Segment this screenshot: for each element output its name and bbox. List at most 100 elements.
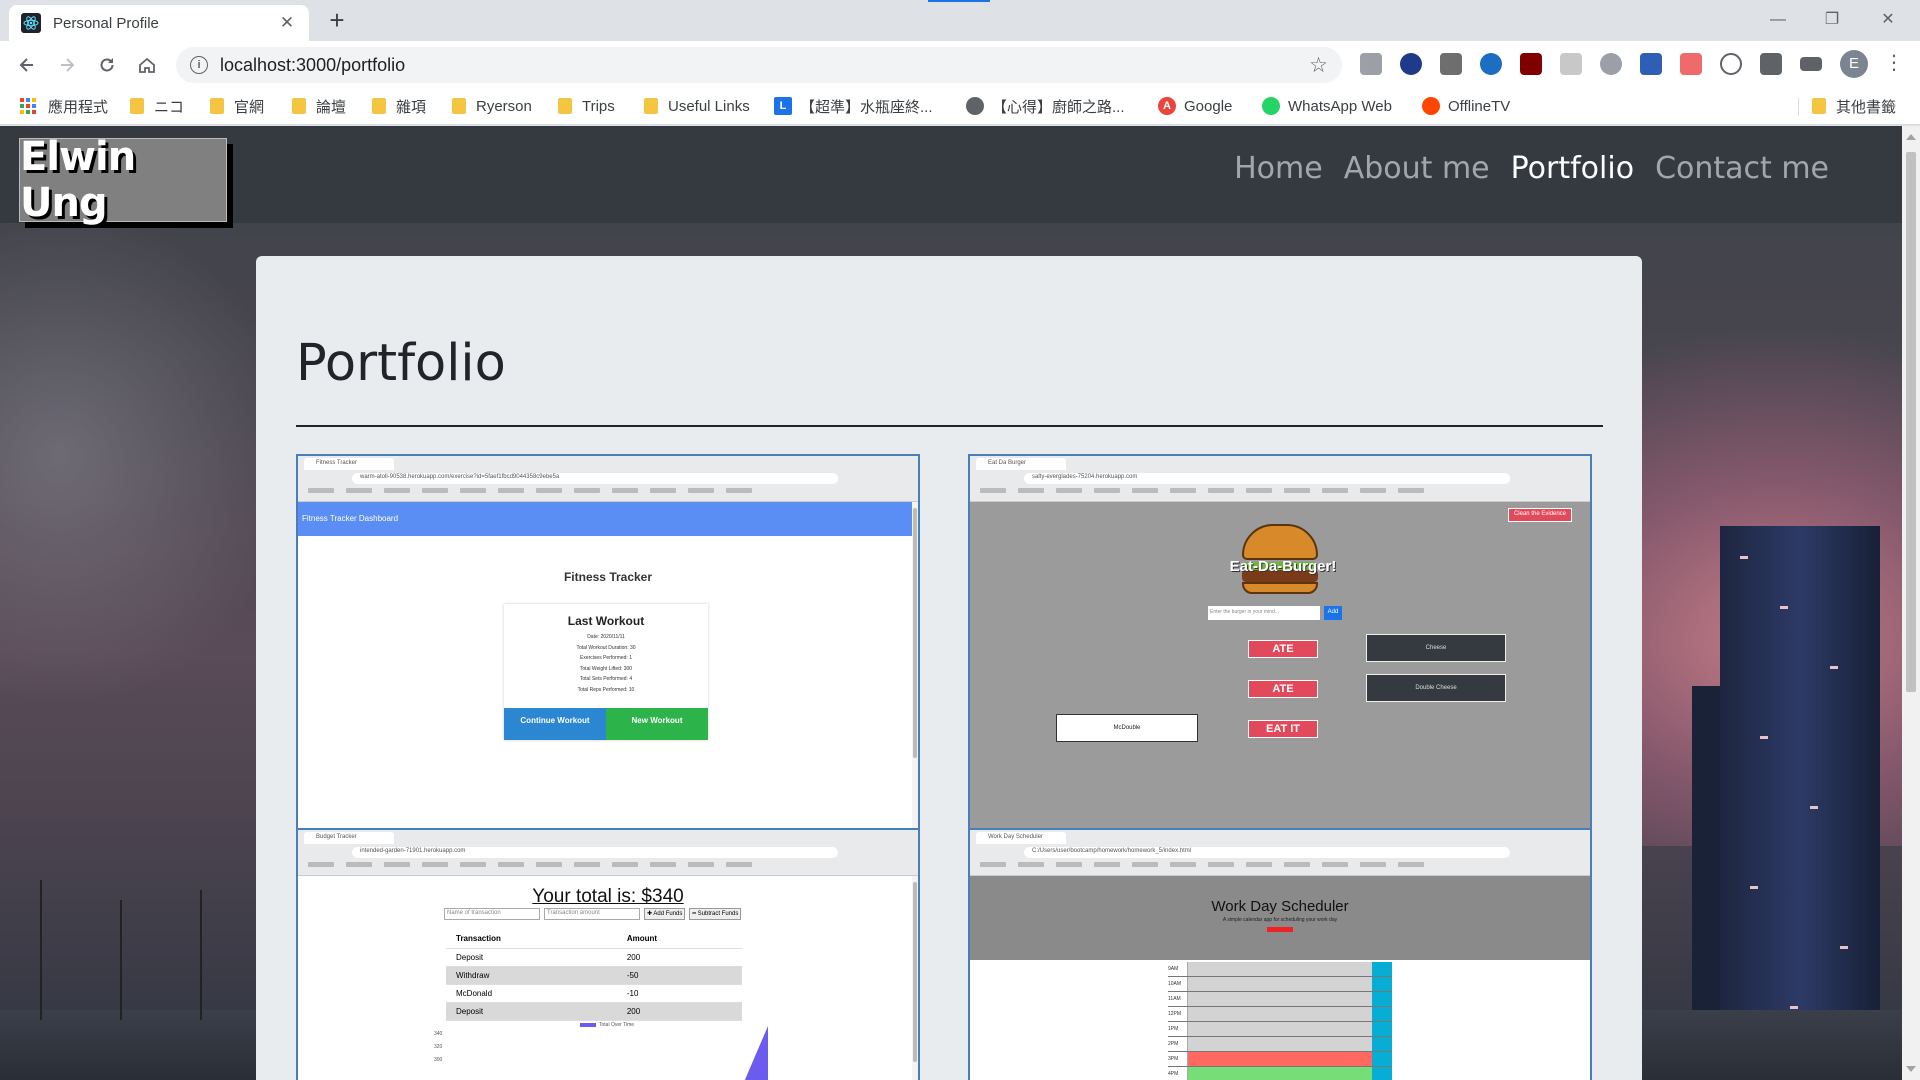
globe-icon [966,97,984,115]
forward-arrow-icon [61,58,75,72]
back-arrow-icon [19,58,33,72]
profile-avatar[interactable]: E [1840,50,1868,78]
schedule-hour: 12PM [1168,1007,1188,1021]
home-button[interactable] [134,52,160,78]
budget-total: Your total is: $340 [532,886,684,907]
brand-logo[interactable]: Elwin Ung [19,134,227,226]
table-header: Transaction [446,930,617,949]
schedule-row: 9AM [1168,962,1392,977]
l-logo-icon: L [774,97,792,115]
nav-about[interactable]: About me [1344,151,1490,186]
burger-input: Enter the burger in your mind... [1208,606,1320,620]
screenshot-browser-chrome: Work Day Scheduler C:/Users/user/bootcam… [970,830,1590,876]
maximize-button[interactable]: ❐ [1812,6,1852,34]
extension-cast-icon[interactable] [1680,53,1702,75]
schedule-row: 2PM [1168,1037,1392,1052]
back-button[interactable] [14,52,40,78]
eat-it-button: EAT IT [1248,720,1318,738]
browser-tab[interactable]: Personal Profile ✕ [9,5,309,41]
project-fitness-tracker[interactable]: Fitness Tracker warm-atoll-90538.herokua… [296,454,920,830]
extension-circle-icon[interactable] [1720,53,1742,75]
bookmark-apps[interactable]: 應用程式 [20,95,108,117]
scroll-down-arrow-icon[interactable] [1906,1066,1916,1072]
scrollbar-thumb[interactable] [1906,152,1916,692]
extensions-puzzle-icon[interactable] [1760,53,1782,75]
bookmark-folder[interactable]: 雜項 [372,95,426,117]
extension-link-icon[interactable] [1600,53,1622,75]
table-cell: Deposit [446,948,617,967]
fitness-navbar: Fitness Tracker Dashboard [298,502,918,536]
fitness-title: Fitness Tracker [563,570,653,584]
legend-swatch [580,1023,596,1027]
nav-home[interactable]: Home [1234,151,1323,186]
add-funds-button: ✚ Add Funds [644,908,686,920]
extension-shield-icon[interactable] [1360,53,1382,75]
bookmark-other[interactable]: 其他書籤 [1812,95,1896,117]
brand-text: Elwin Ung [20,134,136,226]
bookmark-offlinetv[interactable]: OfflineTV [1422,95,1510,117]
bookmarks-divider [1798,98,1799,116]
project-work-day-scheduler[interactable]: Work Day Scheduler C:/Users/user/bootcam… [968,828,1592,1080]
background-turbine [40,880,42,1020]
page-viewport: Elwin Ung Home About me Portfolio Contac… [0,126,1902,1080]
extension-edge-icon[interactable] [1480,53,1502,75]
info-icon[interactable]: i [190,56,208,74]
nav-links: Home About me Portfolio Contact me [1213,151,1829,186]
screenshot-tab: Fitness Tracker [304,458,394,470]
tab-close-icon[interactable]: ✕ [277,13,297,33]
schedule-hour: 1PM [1168,1022,1188,1036]
bookmark-whatsapp[interactable]: WhatsApp Web [1262,95,1392,117]
save-icon [1372,1022,1392,1036]
screenshot-bookmarks [980,488,1580,496]
scroll-up-arrow-icon[interactable] [1906,134,1916,140]
url-text[interactable]: localhost:3000/portfolio [220,55,1309,76]
schedule-hour: 11AM [1168,992,1188,1006]
bookmark-label: 【超準】水瓶座終... [800,98,933,116]
table-cell: Deposit [446,1002,617,1021]
project-budget-tracker[interactable]: Budget Tracker intended-garden-71901.her… [296,828,920,1080]
schedule-event-field [1188,1037,1372,1051]
close-window-button[interactable]: ✕ [1868,6,1908,34]
bookmark-folder[interactable]: Ryerson [452,95,532,117]
media-control-icon[interactable] [1800,57,1822,71]
extension-bag-icon[interactable] [1440,53,1462,75]
forward-button[interactable] [54,52,80,78]
new-tab-button[interactable]: + [322,6,352,36]
bookmark-label: Useful Links [668,97,750,115]
reload-button[interactable] [94,52,120,78]
extension-globe-icon[interactable] [1400,53,1422,75]
y-tick: 340 [434,1031,443,1037]
bookmark-folder[interactable]: Trips [558,95,615,117]
address-bar[interactable]: i localhost:3000/portfolio ☆ [176,47,1342,83]
extension-bitwarden-icon[interactable] [1640,53,1662,75]
bookmark-xinde[interactable]: 【心得】廚師之路... [966,95,1125,117]
bookmark-chaoneng[interactable]: L 【超準】水瓶座終... [774,95,933,117]
eaten-burger-item: Cheese [1366,634,1506,662]
bookmark-label: WhatsApp Web [1288,97,1392,115]
nav-portfolio[interactable]: Portfolio [1511,151,1634,186]
page-scrollbar[interactable] [1902,126,1920,1080]
screenshot-bookmarks [980,862,1580,870]
project-eat-da-burger[interactable]: Eat Da Burger salty-everglades-75204.her… [968,454,1592,830]
site-navbar: Elwin Ung Home About me Portfolio Contac… [0,126,1902,226]
bookmark-folder[interactable]: 論壇 [292,95,346,117]
bookmark-folder[interactable]: ニコ [130,95,184,117]
y-tick: 320 [434,1044,443,1050]
extension-h-icon[interactable] [1560,53,1582,75]
table-row: Withdraw -50 [446,966,742,985]
menu-kebab-icon[interactable]: ⋮ [1884,53,1904,73]
uneaten-burger-item: McDouble [1056,714,1198,742]
bookmark-google[interactable]: A Google [1158,95,1232,117]
schedule-hour: 9AM [1168,962,1188,976]
folder-icon [644,98,658,114]
workout-stat: Total Reps Performed: 10 [577,686,635,693]
minimize-button[interactable]: — [1758,6,1798,34]
bookmark-folder[interactable]: Useful Links [644,95,750,117]
schedule-hour: 3PM [1168,1052,1188,1066]
title-divider [296,425,1603,427]
bookmark-folder[interactable]: 官網 [210,95,264,117]
nav-contact[interactable]: Contact me [1655,151,1829,186]
ublock-icon[interactable] [1520,53,1542,75]
portfolio-card: Portfolio Fitness Tracker warm-atoll-905… [256,256,1642,1080]
bookmark-star-icon[interactable]: ☆ [1309,53,1328,78]
